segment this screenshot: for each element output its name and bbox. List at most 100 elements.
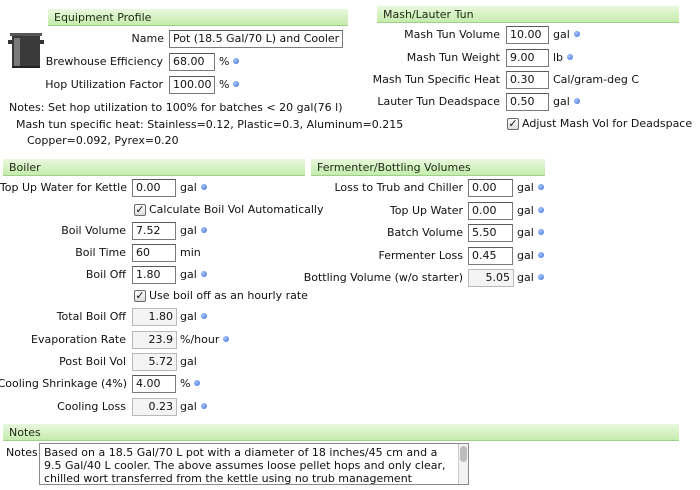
- boil-time-input[interactable]: 60: [132, 244, 176, 262]
- mash-lauter-title: Mash/Lauter Tun: [383, 8, 474, 21]
- info-dot-icon[interactable]: [200, 184, 207, 190]
- info-dot-icon[interactable]: [537, 184, 544, 190]
- notes-header: Notes: [3, 424, 679, 441]
- cooling-loss-value: 0.23: [132, 398, 177, 416]
- total-boil-off-value: 1.80: [132, 308, 177, 326]
- fermenter-topup-input[interactable]: 0.00: [468, 202, 513, 220]
- fermenter-header: Fermenter/Bottling Volumes: [311, 159, 545, 176]
- info-dot-icon[interactable]: [573, 98, 580, 104]
- mash-tun-volume-unit: gal: [553, 26, 580, 44]
- info-dot-icon[interactable]: [537, 207, 544, 213]
- hop-utilization-input[interactable]: 100.00: [169, 76, 215, 94]
- mash-tun-specific-heat-label: Mash Tun Specific Heat: [372, 73, 500, 86]
- equipment-note-2: Mash tun specific heat: Stainless=0.12, …: [16, 118, 404, 131]
- boil-time-unit: min: [180, 246, 201, 259]
- hourly-rate-label: Use boil off as an hourly rate: [149, 289, 308, 302]
- adjust-mash-vol-label: Adjust Mash Vol for Deadspace: [522, 117, 693, 130]
- lauter-tun-deadspace-input[interactable]: 0.50: [506, 93, 549, 111]
- mash-lauter-header: Mash/Lauter Tun: [377, 6, 679, 23]
- fermenter-title: Fermenter/Bottling Volumes: [317, 161, 471, 174]
- bottling-volume-unit: gal: [517, 269, 544, 287]
- topup-kettle-unit: gal: [180, 179, 207, 197]
- info-dot-icon[interactable]: [233, 58, 240, 64]
- post-boil-vol-unit: gal: [180, 355, 197, 368]
- info-dot-icon[interactable]: [200, 227, 207, 233]
- bottling-volume-value: 5.05: [468, 269, 514, 287]
- info-dot-icon[interactable]: [200, 313, 207, 319]
- info-dot-icon[interactable]: [233, 81, 240, 87]
- info-dot-icon[interactable]: [567, 54, 574, 60]
- pot-icon: [8, 30, 44, 70]
- topup-kettle-input[interactable]: 0.00: [132, 179, 176, 197]
- fermenter-loss-input[interactable]: 0.45: [468, 247, 513, 265]
- brewhouse-efficiency-input[interactable]: 68.00: [169, 53, 215, 71]
- info-dot-icon[interactable]: [537, 229, 544, 235]
- boil-off-label: Boil Off: [85, 268, 126, 281]
- adjust-mash-vol-checkbox[interactable]: ✓: [507, 118, 519, 130]
- boil-volume-label: Boil Volume: [61, 224, 126, 237]
- notes-scrollbar[interactable]: [458, 444, 468, 484]
- calc-boil-vol-checkbox[interactable]: ✓: [134, 204, 146, 216]
- mash-tun-weight-unit: lb: [553, 49, 574, 67]
- total-boil-off-label: Total Boil Off: [56, 310, 126, 323]
- equipment-profile-header: Equipment Profile: [48, 9, 348, 26]
- notes-scrollbar-thumb[interactable]: [460, 446, 467, 462]
- mash-tun-weight-input[interactable]: 9.00: [506, 49, 549, 67]
- name-input[interactable]: Pot (18.5 Gal/70 L) and Cooler (9.: [169, 30, 343, 48]
- topup-kettle-label: Top Up Water for Kettle: [0, 181, 127, 194]
- hourly-rate-checkbox[interactable]: ✓: [134, 290, 146, 302]
- boil-volume-unit: gal: [180, 222, 207, 240]
- notes-title: Notes: [9, 426, 41, 439]
- calc-boil-vol-label: Calculate Boil Vol Automatically: [149, 203, 324, 216]
- info-dot-icon[interactable]: [200, 403, 207, 409]
- lauter-tun-deadspace-label: Lauter Tun Deadspace: [377, 95, 500, 108]
- brewhouse-efficiency-unit: %: [219, 53, 240, 71]
- fermenter-topup-label: Top Up Water: [389, 204, 463, 217]
- cooling-shrinkage-label: Cooling Shrinkage (4%): [0, 377, 127, 390]
- fermenter-topup-unit: gal: [517, 202, 544, 220]
- boil-off-input[interactable]: 1.80: [132, 266, 176, 284]
- info-dot-icon[interactable]: [537, 274, 544, 280]
- mash-tun-specific-heat-input[interactable]: 0.30: [506, 71, 549, 89]
- mash-tun-volume-input[interactable]: 10.00: [506, 26, 549, 44]
- post-boil-vol-value: 5.72: [132, 353, 177, 371]
- evaporation-rate-label: Evaporation Rate: [31, 333, 126, 346]
- boiler-title: Boiler: [9, 161, 41, 174]
- brewhouse-efficiency-label: Brewhouse Efficiency: [45, 55, 163, 68]
- boil-time-label: Boil Time: [75, 246, 126, 259]
- boiler-header: Boiler: [3, 159, 305, 176]
- hop-utilization-label: Hop Utilization Factor: [45, 78, 163, 91]
- equipment-profile-title: Equipment Profile: [54, 11, 152, 24]
- post-boil-vol-label: Post Boil Vol: [59, 355, 126, 368]
- lauter-tun-deadspace-unit: gal: [553, 93, 580, 111]
- notes-text: Based on a 18.5 Gal/70 L pot with a diam…: [44, 446, 446, 485]
- batch-volume-input[interactable]: 5.50: [468, 224, 513, 242]
- cooling-loss-label: Cooling Loss: [57, 400, 126, 413]
- info-dot-icon[interactable]: [223, 336, 230, 342]
- cooling-shrinkage-input[interactable]: 4.00: [132, 375, 176, 393]
- evaporation-rate-unit: %/hour: [180, 331, 230, 349]
- info-dot-icon[interactable]: [194, 380, 201, 386]
- info-dot-icon[interactable]: [573, 31, 580, 37]
- boil-off-unit: gal: [180, 266, 207, 284]
- mash-tun-specific-heat-unit: Cal/gram-deg C: [553, 73, 640, 86]
- trub-loss-unit: gal: [517, 179, 544, 197]
- trub-loss-input[interactable]: 0.00: [468, 179, 513, 197]
- evaporation-rate-value: 23.9: [132, 331, 177, 349]
- info-dot-icon[interactable]: [537, 252, 544, 258]
- info-dot-icon[interactable]: [200, 271, 207, 277]
- trub-loss-label: Loss to Trub and Chiller: [334, 181, 463, 194]
- fermenter-loss-label: Fermenter Loss: [378, 249, 463, 262]
- notes-label: Notes: [6, 446, 38, 459]
- boil-volume-input[interactable]: 7.52: [132, 222, 176, 240]
- mash-tun-weight-label: Mash Tun Weight: [406, 51, 500, 64]
- total-boil-off-unit: gal: [180, 308, 207, 326]
- bottling-volume-label: Bottling Volume (w/o starter): [303, 271, 463, 284]
- equipment-note-3: Copper=0.092, Pyrex=0.20: [27, 134, 179, 147]
- notes-textarea[interactable]: Based on a 18.5 Gal/70 L pot with a diam…: [39, 443, 469, 485]
- equipment-note-1: Notes: Set hop utilization to 100% for b…: [9, 101, 343, 114]
- cooling-shrinkage-unit: %: [180, 375, 201, 393]
- batch-volume-unit: gal: [517, 224, 544, 242]
- mash-tun-volume-label: Mash Tun Volume: [404, 28, 500, 41]
- name-label: Name: [131, 32, 164, 45]
